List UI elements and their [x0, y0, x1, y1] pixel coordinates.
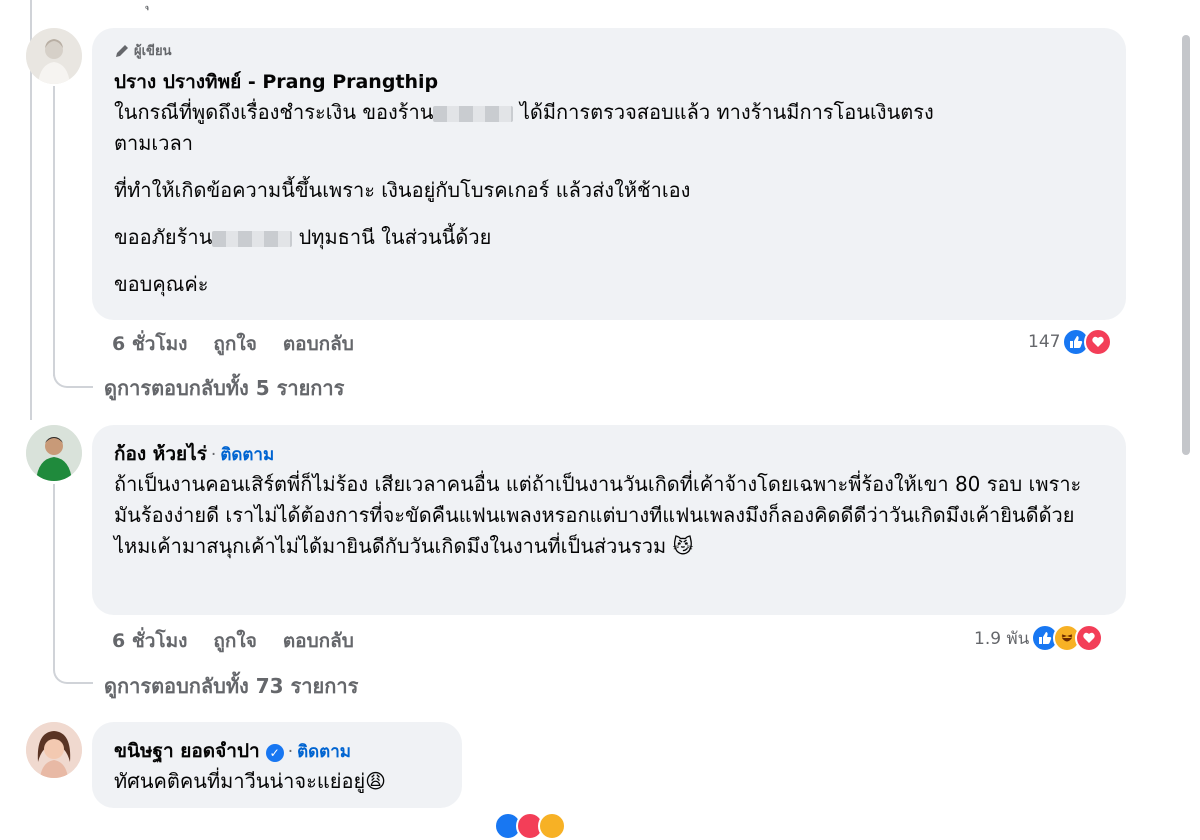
comment-timestamp[interactable]: 6 ชั่วโมง	[112, 329, 187, 359]
love-icon	[1075, 624, 1104, 652]
redacted-text	[433, 105, 514, 122]
scrollbar-thumb[interactable]	[1182, 35, 1190, 455]
redacted-text	[212, 230, 293, 247]
view-replies-link[interactable]: ดูการตอบกลับทั้ง 5 รายการ	[104, 372, 344, 404]
comment-actions: 6 ชั่วโมง ถูกใจ ตอบกลับ	[112, 626, 354, 656]
avatar[interactable]	[26, 28, 82, 84]
author-badge: ผู้เขียน	[114, 40, 1104, 61]
cat-emoji: 😼	[672, 534, 694, 558]
reaction-summary[interactable]: 147	[1028, 328, 1113, 356]
author-badge-label: ผู้เขียน	[134, 44, 172, 59]
reaction-count: 1.9 พัน	[974, 628, 1030, 649]
comment-bubble: ผู้เขียน ปราง ปรางทิพย์ - Prang Prangthi…	[92, 28, 1126, 320]
comment-text: ในกรณีที่พูดถึงเรื่องชำระเงิน ของร้าน ได…	[114, 100, 934, 155]
reply-button[interactable]: ตอบกลับ	[283, 329, 354, 359]
comment-author[interactable]: ขนิษฐา ยอดจำปา	[114, 740, 260, 762]
reply-button[interactable]: ตอบกลับ	[283, 626, 354, 656]
view-replies-link[interactable]: ดูการตอบกลับทั้ง 73 รายการ	[104, 670, 358, 702]
reply-thread-line	[53, 484, 55, 670]
like-button[interactable]: ถูกใจ	[213, 626, 256, 656]
verified-badge-icon: ✓	[265, 743, 284, 762]
follow-button[interactable]: ติดตาม	[220, 445, 274, 465]
comment-paragraph: ขอบคุณค่ะ	[114, 272, 209, 296]
pencil-icon	[116, 44, 128, 57]
comment-header: ขนิษฐา ยอดจำปา ✓ · ติดตาม	[114, 740, 351, 762]
reaction-summary[interactable]	[494, 812, 566, 840]
reaction-summary[interactable]: 1.9 พัน	[974, 624, 1104, 652]
weary-emoji: 😩	[365, 769, 387, 793]
reaction-count: 147	[1028, 332, 1061, 352]
comment-author[interactable]: ปราง ปรางทิพย์ - Prang Prangthip	[114, 67, 1104, 97]
reply-thread-curve	[53, 656, 93, 684]
comment-text: ทัศนคติคนที่มาวีนน่าจะแย่อยู่😩	[114, 769, 387, 793]
comment-paragraph: ที่ทำให้เกิดข้อความนี้ขึ้นเพราะ เงินอยู่…	[114, 178, 691, 202]
reply-thread-curve	[53, 360, 93, 388]
comment-header: ก้อง ห้วยไร่ · ติดตาม	[114, 443, 275, 465]
comment-text: ถ้าเป็นงานคอนเสิร์ตพี่ก็ไม่ร้อง เสียเวลา…	[114, 472, 1082, 558]
love-icon	[1084, 328, 1113, 356]
scrollbar-track[interactable]	[1178, 0, 1200, 820]
like-button[interactable]: ถูกใจ	[213, 329, 256, 359]
comment-bubble: ก้อง ห้วยไร่ · ติดตาม ถ้าเป็นงานคอนเสิร์ตพ…	[92, 425, 1126, 615]
haha-icon	[538, 812, 566, 840]
follow-button[interactable]: ติดตาม	[297, 742, 351, 762]
comment-bubble: ขนิษฐา ยอดจำปา ✓ · ติดตาม ทัศนคติคนที่มาวีน…	[92, 722, 462, 808]
comment-actions: 6 ชั่วโมง ถูกใจ ตอบกลับ	[112, 329, 354, 359]
avatar[interactable]	[26, 425, 82, 481]
comment-author[interactable]: ก้อง ห้วยไร่	[114, 443, 207, 465]
avatar[interactable]	[26, 722, 82, 778]
reply-thread-line	[53, 86, 55, 376]
comment-paragraph: ขออภัยร้าน ปทุมธานี ในส่วนนี้ด้วย	[114, 225, 492, 249]
comment-timestamp[interactable]: 6 ชั่วโมง	[112, 626, 187, 656]
